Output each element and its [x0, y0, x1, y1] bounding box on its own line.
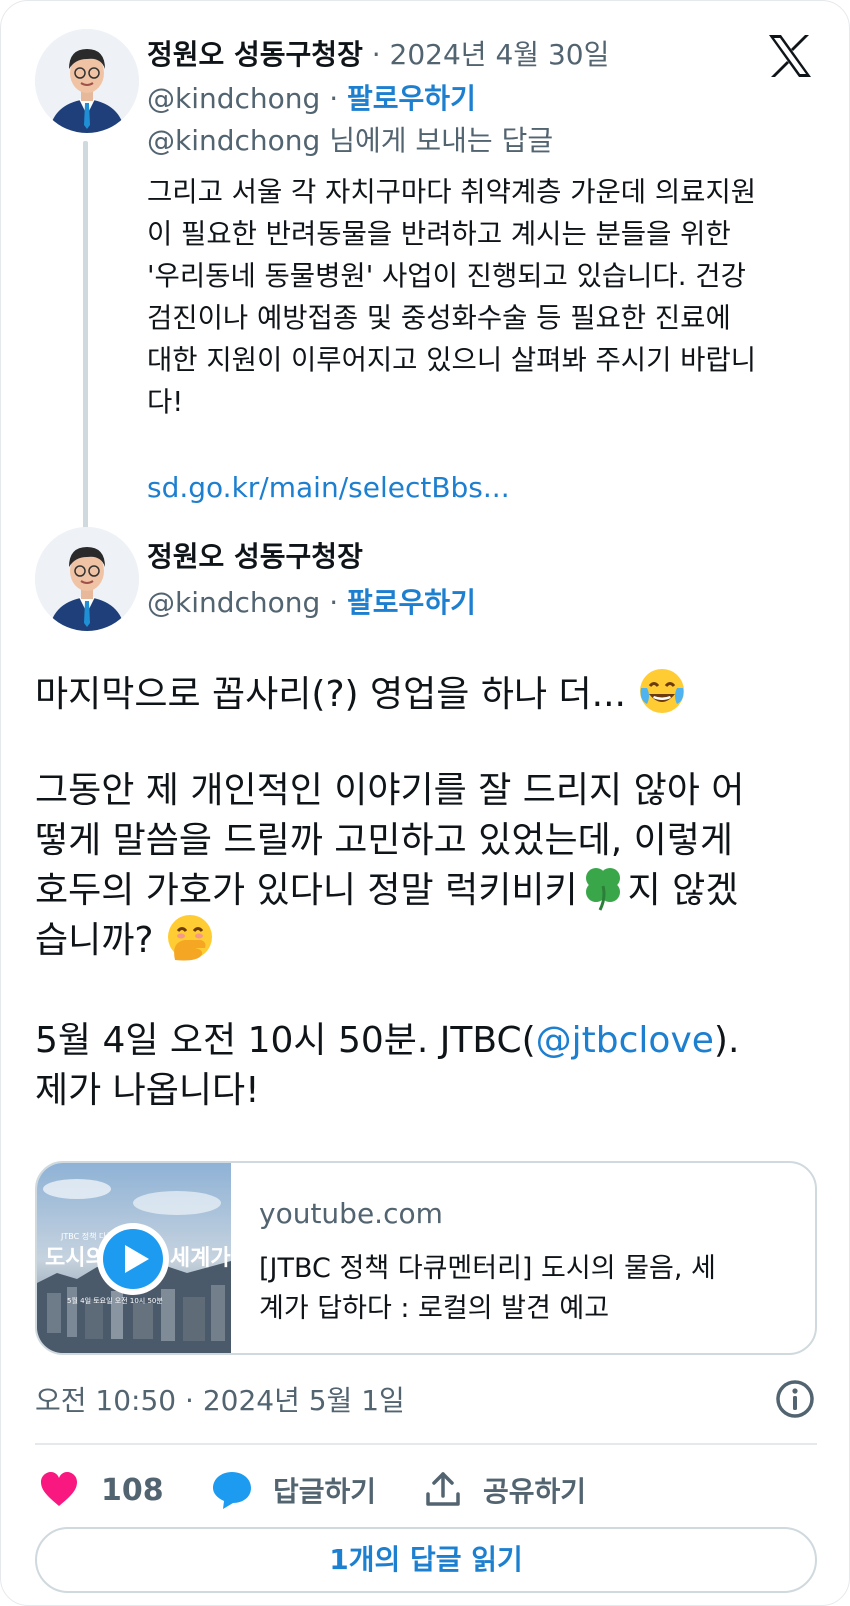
mention-link[interactable]: @jtbclove — [536, 1020, 714, 1061]
text-line: 그리고 서울 각 자치구마다 취약계층 가운데 의료지원 — [147, 176, 757, 208]
tweet-date[interactable]: · 2024년 4월 30일 — [372, 38, 610, 71]
follow-button[interactable]: 팔로우하기 — [347, 586, 476, 619]
author-name[interactable]: 정원오 성동구청장 — [147, 540, 363, 573]
main-text-line: 떻게 말씀을 드릴까 고민하고 있었는데, 이렇게 — [35, 820, 733, 861]
text-segment: 호두의 가호가 있다니 정말 럭키비키 — [35, 870, 578, 911]
four-leaf-clover-icon — [585, 868, 620, 911]
link-title-line: [JTBC 정책 다큐멘터리] 도시의 물음, 세 — [259, 1253, 716, 1284]
face-with-hand-over-mouth-icon — [167, 915, 212, 961]
video-thumbnail[interactable]: 도시의 물음, 세계가 답하다 5월 4일 토요일 오전 10시 50분 JTB… — [37, 1163, 300, 1353]
reply-handle-line: @kindchong · 팔로우하기 — [147, 77, 476, 117]
text-segment: 지 않겠 — [627, 870, 739, 911]
author-handle[interactable]: @kindchong — [147, 82, 320, 115]
link-domain: youtube.com — [259, 1197, 443, 1230]
author-avatar[interactable] — [35, 527, 139, 631]
main-handle-line: @kindchong · 팔로우하기 — [147, 581, 476, 621]
main-author-line: 정원오 성동구청장 — [147, 535, 363, 575]
author-avatar[interactable] — [35, 29, 139, 133]
like-count: 108 — [101, 1472, 164, 1508]
author-name[interactable]: 정원오 성동구청장 — [147, 38, 363, 71]
x-logo-icon[interactable] — [765, 31, 815, 81]
text-line: '우리동네 동물병원' 사업이 진행되고 있습니다. 건강 — [147, 260, 746, 292]
read-replies-button[interactable]: 1개의 답글 읽기 — [35, 1527, 817, 1593]
thread-connector — [83, 141, 88, 529]
separator-dot: · — [329, 586, 339, 619]
text-segment: 마지막으로 꼽사리(?) 영업을 하나 더... — [35, 674, 626, 715]
main-text-line: 5월 4일 오전 10시 50분. JTBC(@jtbclove). — [35, 1011, 739, 1063]
reply-tweet-text: 그리고 서울 각 자치구마다 취약계층 가운데 의료지원 이 필요한 반려동물을… — [147, 171, 827, 423]
link-title-line: 계가 답하다 : 로컬의 발견 예고 — [259, 1293, 610, 1324]
reply-button[interactable]: 답글하기 — [211, 1465, 376, 1515]
reply-link[interactable]: sd.go.kr/main/selectBbs... — [147, 471, 510, 504]
main-text-line: 제가 나옵니다! — [35, 1070, 260, 1111]
play-icon[interactable] — [95, 1221, 171, 1297]
separator-dot: · — [329, 82, 339, 115]
share-button[interactable]: 공유하기 — [423, 1465, 586, 1515]
divider — [35, 1443, 817, 1445]
reply-bubble-icon — [213, 1472, 251, 1509]
share-icon — [426, 1472, 460, 1506]
link-title: [JTBC 정책 다큐멘터리] 도시의 물음, 세 계가 답하다 : 로컬의 발… — [259, 1249, 799, 1329]
heart-icon — [41, 1472, 77, 1506]
tweet-embed-card: 정원오 성동구청장 · 2024년 4월 30일 @kindchong · 팔로… — [0, 0, 850, 1606]
main-text-line: 그동안 제 개인적인 이야기를 잘 드리지 않아 어 — [35, 770, 745, 811]
text-line: 대한 지원이 이루어지고 있으니 살펴봐 주시기 바랍니 — [147, 344, 757, 376]
tweet-timestamp[interactable]: 오전 10:50 · 2024년 5월 1일 — [35, 1379, 405, 1419]
thumbnail-caption: 5월 4일 토요일 오전 10시 50분 — [67, 1296, 163, 1305]
text-segment: 5월 4일 오전 10시 50분. JTBC( — [35, 1020, 536, 1061]
reply-label: 답글하기 — [273, 1475, 377, 1508]
text-line: 이 필요한 반려동물을 반려하고 계시는 분들을 위한 — [147, 218, 731, 250]
follow-button[interactable]: 팔로우하기 — [347, 82, 476, 115]
text-line: 다! — [147, 386, 184, 418]
replying-to-label: @kindchong 님에게 보내는 답글 — [147, 124, 554, 157]
main-text-line: 습니까? — [35, 911, 215, 963]
info-icon[interactable] — [775, 1379, 815, 1419]
share-label: 공유하기 — [483, 1475, 587, 1508]
like-button[interactable]: 108 — [39, 1465, 164, 1515]
main-text-line: 호두의 가호가 있다니 정말 럭키비키 지 않겠 — [35, 861, 738, 913]
text-line: 검진이나 예방접종 및 중성화수술 등 필요한 진료에 — [147, 302, 731, 334]
face-with-tears-of-joy-icon — [640, 669, 685, 713]
text-segment: 습니까? — [35, 920, 154, 961]
main-text-line: 마지막으로 꼽사리(?) 영업을 하나 더... — [35, 665, 687, 717]
text-segment: ). — [713, 1020, 740, 1061]
author-handle[interactable]: @kindchong — [147, 586, 320, 619]
link-preview-card[interactable]: 도시의 물음, 세계가 답하다 5월 4일 토요일 오전 10시 50분 JTB… — [35, 1161, 817, 1355]
reply-author-line: 정원오 성동구청장 · 2024년 4월 30일 — [147, 33, 609, 73]
